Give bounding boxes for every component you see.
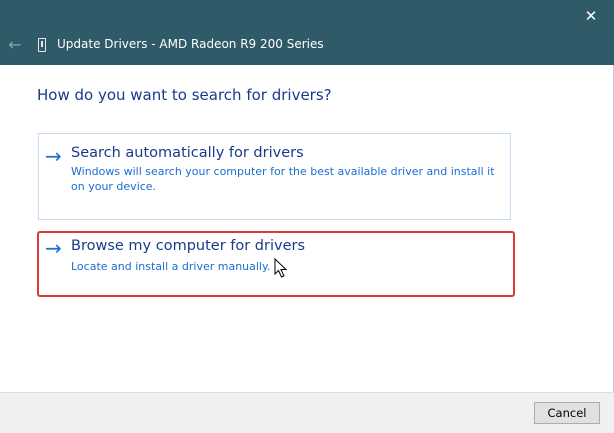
footer-bar: Cancel (0, 392, 614, 433)
option-title: Search automatically for drivers (71, 145, 304, 161)
arrow-right-icon: → (45, 144, 62, 168)
mouse-cursor-icon (274, 258, 288, 278)
close-icon: ✕ (584, 7, 598, 25)
back-arrow-icon: ← (8, 35, 22, 54)
window-title: Update Drivers - AMD Radeon R9 200 Serie… (57, 37, 324, 51)
option-title: Browse my computer for drivers (71, 238, 306, 254)
page-heading: How do you want to search for drivers? (37, 86, 332, 104)
option-description: Windows will search your computer for th… (71, 165, 495, 193)
title-bar: ✕ ← Update Drivers - AMD Radeon R9 200 S… (0, 0, 614, 65)
back-button[interactable]: ← (4, 34, 26, 56)
close-button[interactable]: ✕ (568, 0, 614, 32)
device-manager-icon (38, 38, 46, 52)
cancel-button[interactable]: Cancel (534, 402, 600, 424)
arrow-right-icon: → (45, 236, 62, 260)
option-description: Locate and install a driver manually. (71, 260, 271, 273)
search-automatically-option[interactable]: → Search automatically for drivers Windo… (38, 133, 511, 220)
